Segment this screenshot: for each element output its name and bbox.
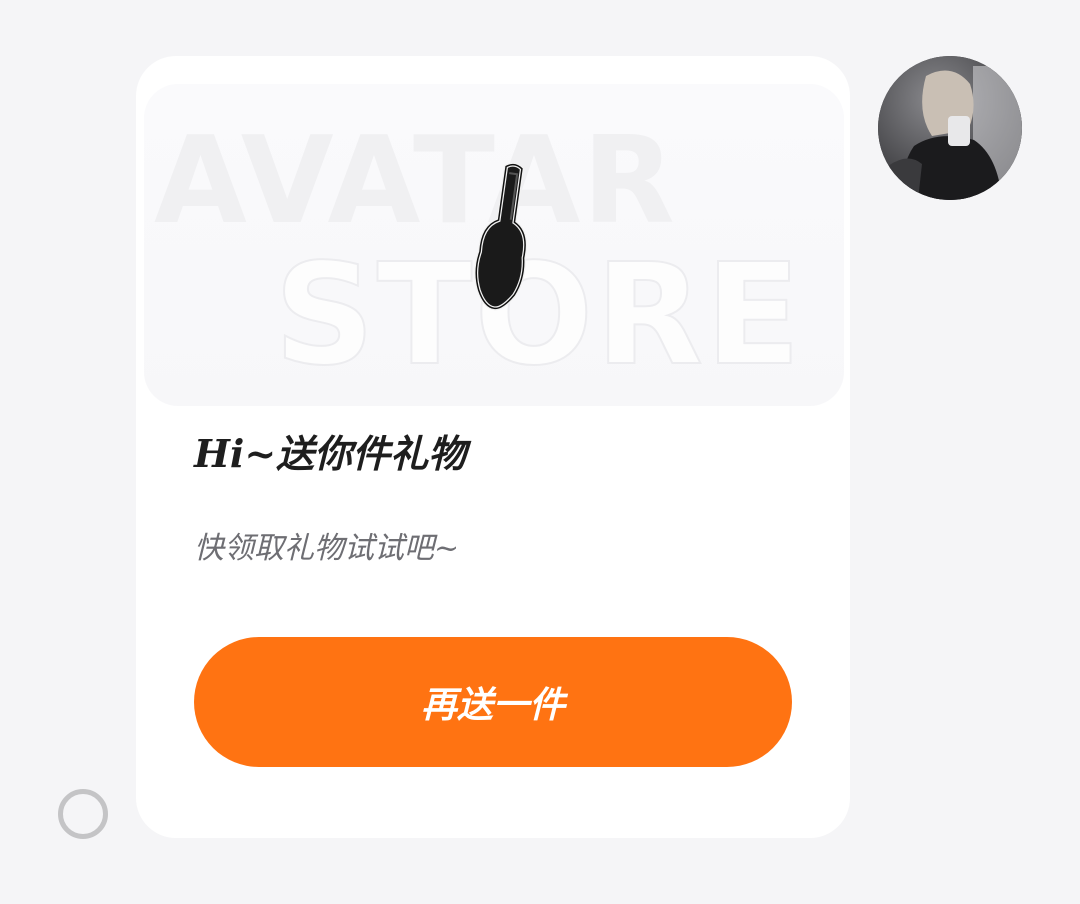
gift-banner: AVATAR STORE xyxy=(144,84,844,406)
banner-watermark-line1: AVATAR xyxy=(154,112,677,251)
guitar-case-icon xyxy=(474,162,528,311)
gift-message-card[interactable]: AVATAR STORE Hi~送你件礼物 快领取礼物试试吧~ 再送一件 xyxy=(136,56,850,838)
chat-stage: AVATAR STORE Hi~送你件礼物 快领取礼物试试吧~ 再送一件 xyxy=(0,0,1080,904)
user-avatar[interactable] xyxy=(878,56,1022,200)
send-again-button[interactable]: 再送一件 xyxy=(194,637,792,767)
gift-subtitle: 快领取礼物试试吧~ xyxy=(194,531,460,566)
avatar-photo xyxy=(878,56,1022,200)
gift-title: Hi~送你件礼物 xyxy=(194,431,467,476)
send-status-circle-icon xyxy=(58,789,108,839)
